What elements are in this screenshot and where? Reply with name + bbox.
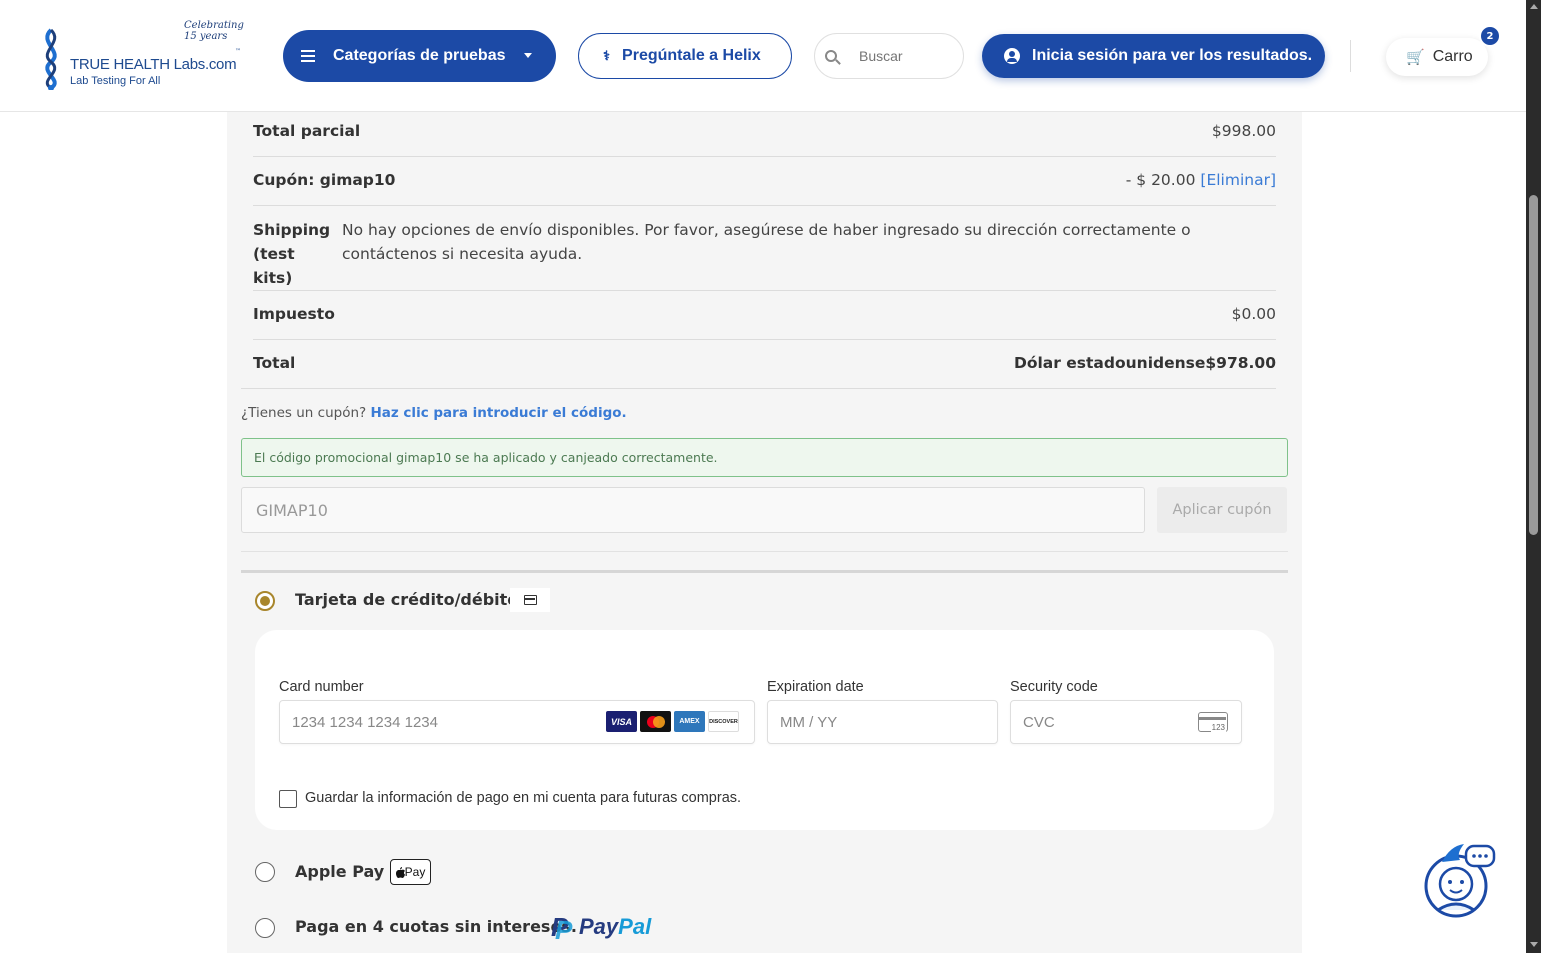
- site-logo[interactable]: Celebrating 15 years ™ TRUE HEALTH Labs.…: [34, 20, 249, 92]
- paypal-radio[interactable]: [255, 918, 275, 938]
- paypal-label[interactable]: Paga en 4 cuotas sin intereses.: [295, 917, 577, 936]
- search-input[interactable]: [859, 48, 919, 64]
- tax-value: $0.00: [1231, 305, 1276, 323]
- subtotal-label: Total parcial: [253, 122, 361, 140]
- paypal-icon: [551, 912, 573, 946]
- cart-button[interactable]: 🛒 Carro: [1386, 38, 1488, 76]
- amex-icon: AMEX: [674, 711, 705, 732]
- subtotal-value: $998.00: [1211, 122, 1276, 140]
- applepay-label[interactable]: Apple Pay: [295, 862, 384, 881]
- ask-helix-button[interactable]: ⚕ Pregúntale a Helix: [578, 33, 792, 79]
- user-icon: [1004, 48, 1020, 64]
- applepay-badge: Pay: [390, 859, 431, 885]
- total-value: Dólar estadounidense$978.00: [1013, 354, 1276, 372]
- login-label: Inicia sesión para ver los resultados.: [1032, 47, 1313, 64]
- logo-tagline: Lab Testing For All: [70, 75, 161, 87]
- total-label: Total: [253, 354, 296, 372]
- apply-coupon-button[interactable]: Aplicar cupón: [1157, 487, 1287, 533]
- discover-icon: DISCOVER: [708, 711, 739, 732]
- mastercard-icon: [640, 711, 671, 732]
- coupon-discount: - $ 20.00: [1125, 171, 1196, 189]
- card-payment-label[interactable]: Tarjeta de crédito/débito: [295, 590, 518, 609]
- cvc-icon-digits: 123: [1210, 723, 1226, 732]
- logo-celebrating: Celebrating: [184, 20, 244, 31]
- coupon-code-input[interactable]: [241, 487, 1145, 533]
- payment-divider: [241, 570, 1288, 573]
- save-payment-label[interactable]: Guardar la información de pago en mi cue…: [305, 790, 741, 806]
- credit-card-icon: [510, 588, 550, 612]
- logo-years: 15 years: [184, 31, 228, 42]
- search-icon: [825, 50, 837, 62]
- total-row: Total Dólar estadounidense$978.00: [241, 340, 1276, 389]
- coupon-success-notice: El código promocional gimap10 se ha apli…: [241, 438, 1288, 477]
- apple-icon: [395, 866, 405, 878]
- logo-brand-text: TRUE HEALTH Labs.com: [70, 56, 237, 73]
- paypal-logo: PayPal: [551, 912, 652, 946]
- save-payment-checkbox[interactable]: [279, 790, 297, 808]
- tax-label: Impuesto: [253, 305, 335, 323]
- card-payment-radio[interactable]: [255, 591, 275, 611]
- divider: [241, 551, 1288, 552]
- coupon-prompt: ¿Tienes un cupón? Haz clic para introduc…: [241, 405, 627, 421]
- expiration-field[interactable]: MM / YY: [767, 700, 998, 744]
- dna-logo-icon: [45, 28, 57, 90]
- shipping-label: Shipping (test kits): [253, 221, 331, 287]
- scrollbar-thumb[interactable]: [1529, 195, 1538, 535]
- paypal-logo-pay: Pay: [579, 914, 619, 939]
- search-box[interactable]: [814, 33, 964, 79]
- visa-icon: VISA: [606, 711, 637, 732]
- expiration-label: Expiration date: [767, 679, 864, 695]
- enter-coupon-link[interactable]: Haz clic para introducir el código.: [370, 405, 626, 421]
- coupon-question: ¿Tienes un cupón?: [241, 405, 367, 421]
- card-number-label: Card number: [279, 679, 364, 695]
- ask-helix-label: Pregúntale a Helix: [622, 47, 761, 64]
- cart-label: Carro: [1432, 48, 1473, 65]
- dna-icon: ⚕: [603, 48, 611, 63]
- cart-icon: 🛒: [1406, 49, 1425, 66]
- scroll-up-arrow-icon[interactable]: [1530, 4, 1538, 9]
- applepay-badge-text: Pay: [404, 865, 426, 879]
- login-button[interactable]: Inicia sesión para ver los resultados.: [982, 34, 1325, 78]
- tax-row: Impuesto $0.00: [253, 291, 1276, 340]
- caret-down-icon: [524, 53, 532, 58]
- security-code-label: Security code: [1010, 679, 1098, 695]
- card-brands: VISA AMEX DISCOVER: [606, 711, 739, 732]
- categories-menu-button[interactable]: Categorías de pruebas: [283, 30, 556, 82]
- site-header: Celebrating 15 years ™ TRUE HEALTH Labs.…: [0, 0, 1526, 112]
- applepay-radio[interactable]: [255, 862, 275, 882]
- hamburger-icon: [301, 47, 315, 65]
- categories-label: Categorías de pruebas: [333, 47, 506, 64]
- coupon-label: Cupón: gimap10: [253, 171, 396, 189]
- scroll-down-arrow-icon[interactable]: [1530, 942, 1538, 947]
- coupon-value: - $ 20.00 [Eliminar]: [1126, 171, 1276, 189]
- cvc-card-icon: 123: [1198, 712, 1228, 732]
- remove-coupon-link[interactable]: [Eliminar]: [1200, 171, 1276, 189]
- subtotal-row: Total parcial $998.00: [253, 112, 1276, 157]
- cart-count-badge: 2: [1479, 25, 1501, 47]
- logo-tm: ™: [235, 48, 241, 55]
- chat-assistant-icon[interactable]: [1420, 840, 1498, 922]
- header-divider: [1350, 40, 1351, 72]
- shipping-message: No hay opciones de envío disponibles. Po…: [342, 221, 1191, 263]
- coupon-row: Cupón: gimap10 - $ 20.00 [Eliminar]: [253, 157, 1276, 206]
- paypal-logo-pal: Pal: [618, 914, 652, 939]
